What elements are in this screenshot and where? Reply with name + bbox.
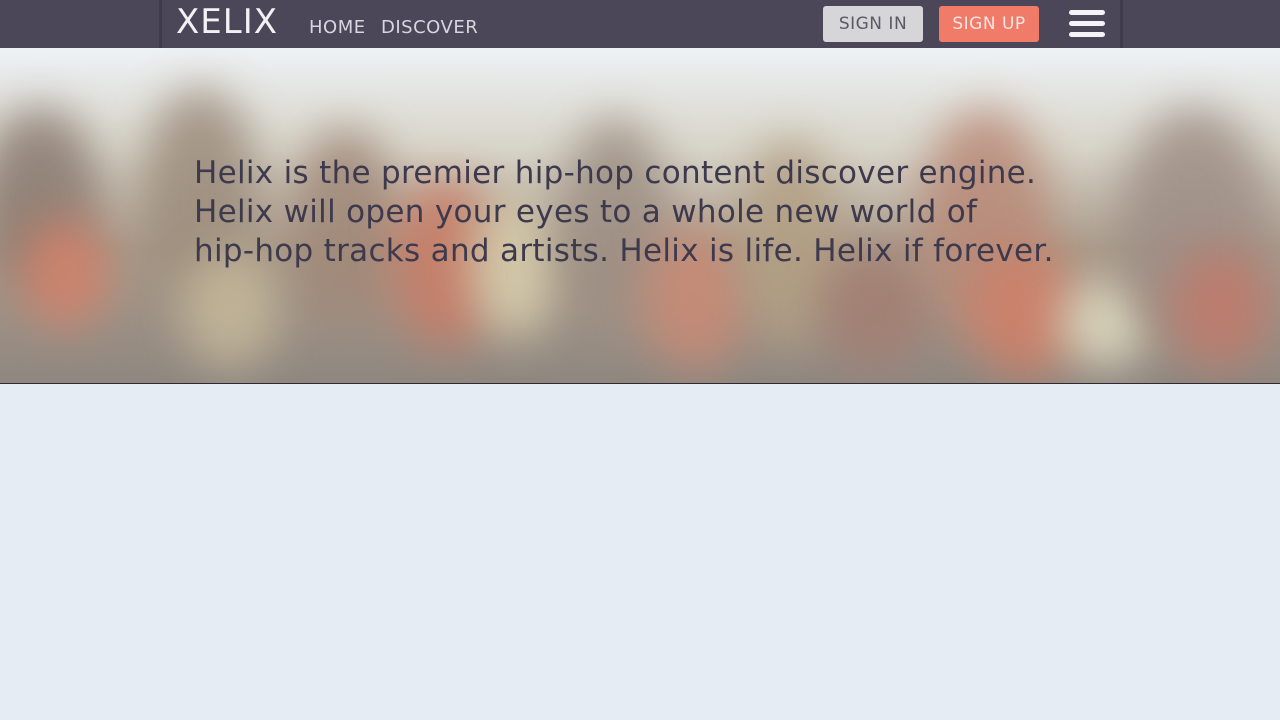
top-navbar: XELIX HOME DISCOVER SIGN IN SIGN UP (0, 0, 1280, 48)
nav-link-home[interactable]: HOME (309, 17, 366, 39)
nav-link-discover[interactable]: DISCOVER (381, 17, 478, 39)
hero-line: Helix is the premier hip-hop content dis… (194, 155, 1037, 191)
sign-in-button[interactable]: SIGN IN (823, 6, 923, 42)
navbar-container: XELIX HOME DISCOVER SIGN IN SIGN UP (159, 0, 1123, 48)
hero-background-blur (1170, 248, 1270, 368)
hamburger-menu-icon[interactable] (1067, 9, 1107, 39)
site-logo[interactable]: XELIX (176, 2, 278, 42)
hero-line: Helix will open your eyes to a whole new… (194, 194, 978, 230)
hero-description: Helix is the premier hip-hop content dis… (194, 154, 1094, 271)
hero-background-blur (20, 218, 110, 328)
hero-banner: Helix is the premier hip-hop content dis… (0, 48, 1280, 384)
hero-line: hip-hop tracks and artists. Helix is lif… (194, 233, 1054, 269)
sign-up-button[interactable]: SIGN UP (939, 6, 1039, 42)
